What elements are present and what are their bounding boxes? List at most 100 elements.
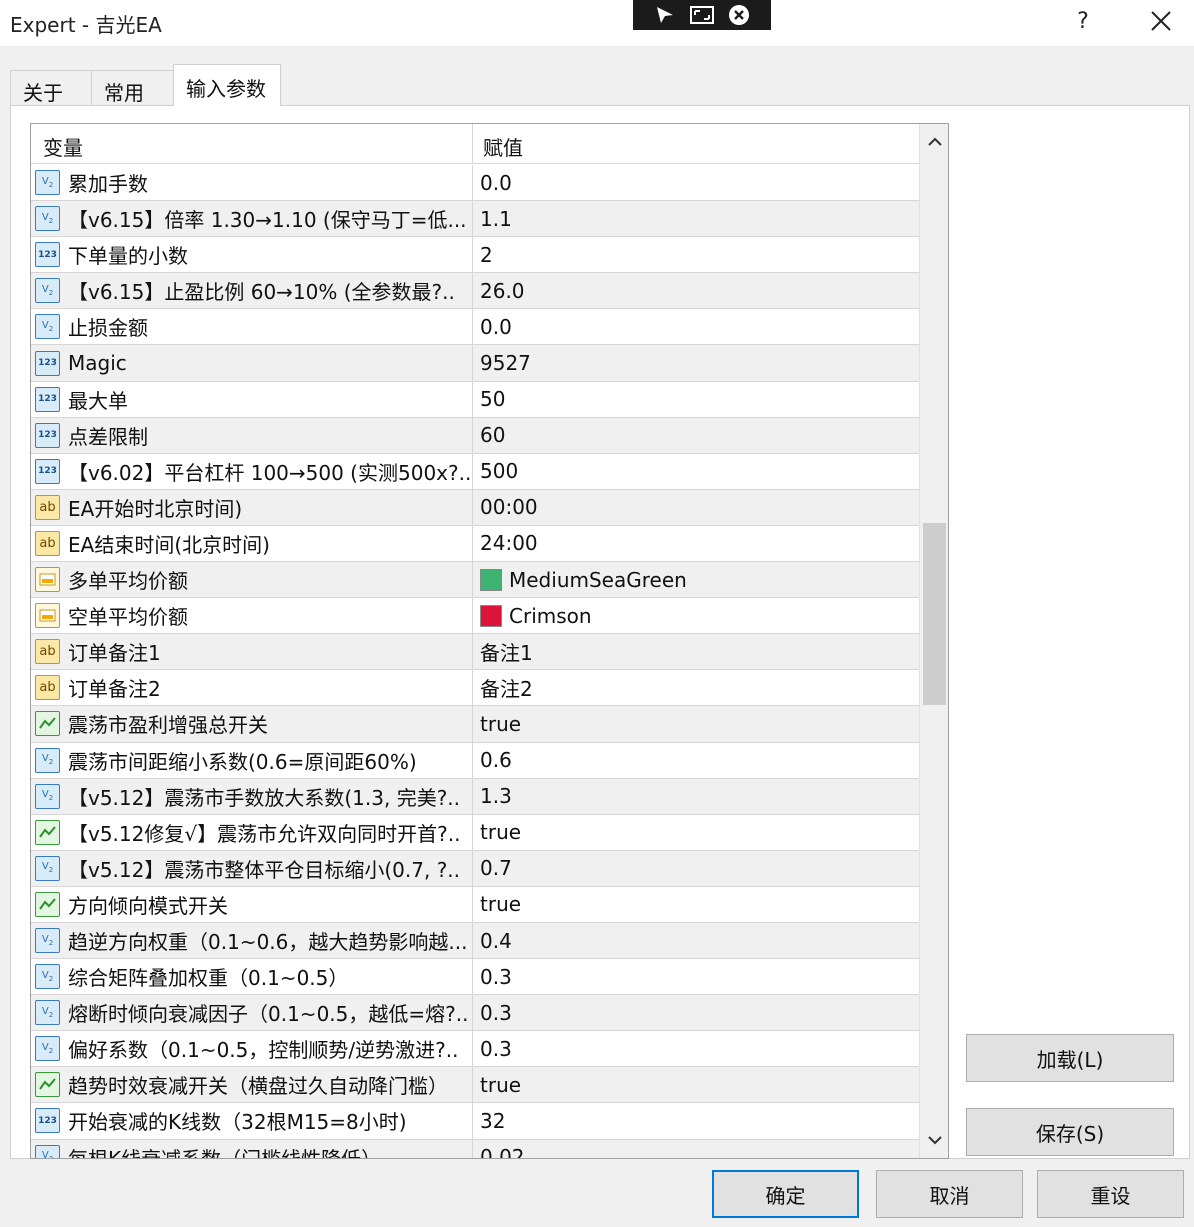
expand-icon[interactable] (690, 6, 714, 24)
variable-cell[interactable]: 多单平均价额 (31, 562, 473, 598)
table-row[interactable]: 震荡市盈利增强总开关 true (31, 706, 919, 743)
table-row[interactable]: V2 【v5.12】震荡市整体平仓目标缩小(0.7, ?.. 0.7 (31, 850, 919, 887)
value-cell[interactable]: 0.3 (473, 1031, 919, 1066)
vertical-scrollbar[interactable] (919, 124, 948, 1158)
table-row[interactable]: 123 点差限制 60 (31, 417, 919, 454)
close-circle-icon[interactable] (728, 4, 750, 26)
value-cell[interactable]: Crimson (473, 598, 919, 633)
variable-cell[interactable]: 123 点差限制 (31, 417, 473, 453)
variable-cell[interactable]: 方向倾向模式开关 (31, 886, 473, 922)
variable-cell[interactable]: ab 订单备注1 (31, 634, 473, 670)
column-header-value[interactable]: 赋值 (473, 124, 919, 164)
value-cell[interactable]: 24:00 (473, 526, 919, 561)
value-cell[interactable]: 0.3 (473, 959, 919, 994)
variable-cell[interactable]: 【v5.12修复√】震荡市允许双向同时开首?.. (31, 814, 473, 850)
pointer-icon[interactable] (654, 5, 676, 25)
table-row[interactable]: 123 下单量的小数 2 (31, 237, 919, 274)
variable-cell[interactable]: 震荡市盈利增强总开关 (31, 706, 473, 742)
reset-button[interactable]: 重设 (1037, 1170, 1184, 1218)
tab-inputs[interactable]: 输入参数 (173, 64, 281, 106)
variable-cell[interactable]: ab EA开始时北京时间) (31, 489, 473, 525)
value-cell[interactable]: 500 (473, 454, 919, 489)
variable-cell[interactable]: V2 止损金额 (31, 309, 473, 345)
table-row[interactable]: 123 【v6.02】平台杠杆 100→500 (实测500x?.. 500 (31, 453, 919, 490)
variable-cell[interactable]: V2 震荡市间距缩小系数(0.6=原间距60%) (31, 742, 473, 778)
cancel-button[interactable]: 取消 (876, 1170, 1023, 1218)
tab-common[interactable]: 常用 (91, 70, 174, 106)
variable-cell[interactable]: 123 最大单 (31, 381, 473, 417)
table-row[interactable]: ab 订单备注1 备注1 (31, 634, 919, 671)
table-row[interactable]: 空单平均价额 Crimson (31, 598, 919, 635)
value-cell[interactable]: 备注1 (473, 634, 919, 669)
table-row[interactable]: V2 累加手数 0.0 (31, 165, 919, 202)
value-cell[interactable]: MediumSeaGreen (473, 562, 919, 597)
value-cell[interactable]: 32 (473, 1103, 919, 1138)
value-cell[interactable]: 1.3 (473, 779, 919, 814)
table-row[interactable]: V2 【v6.15】倍率 1.30→1.10 (保守马丁=低... 1.1 (31, 201, 919, 238)
scroll-up-button[interactable] (920, 124, 948, 160)
value-cell[interactable]: true (473, 887, 919, 922)
value-cell[interactable]: 9527 (473, 345, 919, 380)
table-row[interactable]: 多单平均价额 MediumSeaGreen (31, 562, 919, 599)
table-row[interactable]: V2 偏好系数（0.1~0.5，控制顺势/逆势激进?.. 0.3 (31, 1031, 919, 1068)
variable-cell[interactable]: V2 累加手数 (31, 165, 473, 201)
variable-cell[interactable]: V2 【v6.15】倍率 1.30→1.10 (保守马丁=低... (31, 201, 473, 237)
value-cell[interactable]: 0.4 (473, 923, 919, 958)
variable-cell[interactable]: V2 熔断时倾向衰减因子（0.1~0.5，越低=熔?.. (31, 995, 473, 1031)
value-cell[interactable]: true (473, 815, 919, 850)
table-row[interactable]: V2 止损金额 0.0 (31, 309, 919, 346)
value-cell[interactable]: 00:00 (473, 490, 919, 525)
load-button[interactable]: 加载(L) (966, 1034, 1174, 1082)
table-row[interactable]: V2 震荡市间距缩小系数(0.6=原间距60%) 0.6 (31, 742, 919, 779)
table-row[interactable]: 123 Magic 9527 (31, 345, 919, 382)
value-cell[interactable]: true (473, 706, 919, 741)
value-cell[interactable]: 0.6 (473, 743, 919, 778)
value-cell[interactable]: 60 (473, 418, 919, 453)
variable-cell[interactable]: V2 趋逆方向权重（0.1~0.6，越大趋势影响越... (31, 922, 473, 959)
value-cell[interactable]: 0.7 (473, 851, 919, 886)
value-cell[interactable]: 2 (473, 237, 919, 272)
variable-cell[interactable]: ab EA结束时间(北京时间) (31, 525, 473, 562)
value-cell[interactable]: 备注2 (473, 670, 919, 705)
table-row[interactable]: 123 最大单 50 (31, 381, 919, 418)
table-row[interactable]: V2 趋逆方向权重（0.1~0.6，越大趋势影响越... 0.4 (31, 922, 919, 960)
table-row[interactable]: V2 熔断时倾向衰减因子（0.1~0.5，越低=熔?.. 0.3 (31, 995, 919, 1032)
table-row[interactable]: ab 订单备注2 备注2 (31, 670, 919, 707)
variable-cell[interactable]: V2 【v5.12】震荡市整体平仓目标缩小(0.7, ?.. (31, 850, 473, 886)
close-button[interactable] (1144, 6, 1178, 38)
save-button[interactable]: 保存(S) (966, 1108, 1174, 1156)
variable-cell[interactable]: 123 下单量的小数 (31, 237, 473, 273)
ok-button[interactable]: 确定 (712, 1170, 859, 1218)
variable-cell[interactable]: ab 订单备注2 (31, 670, 473, 706)
table-row[interactable]: ab EA开始时北京时间) 00:00 (31, 489, 919, 526)
variable-cell[interactable]: 123 开始衰减的K线数（32根M15=8小时) (31, 1103, 473, 1139)
screen-capture-toolbar[interactable] (633, 0, 771, 30)
value-cell[interactable]: 1.1 (473, 201, 919, 236)
variable-cell[interactable]: V2 【v5.12】震荡市手数放大系数(1.3, 完美?.. (31, 778, 473, 814)
variable-cell[interactable]: V2 每根K线衰减系数（门槛线性降低） (31, 1139, 473, 1158)
variable-cell[interactable]: 空单平均价额 (31, 598, 473, 634)
table-row[interactable]: ab EA结束时间(北京时间) 24:00 (31, 525, 919, 563)
variable-cell[interactable]: 123 【v6.02】平台杠杆 100→500 (实测500x?.. (31, 453, 473, 489)
value-cell[interactable]: 0.0 (473, 309, 919, 344)
scroll-down-button[interactable] (920, 1122, 948, 1158)
table-row[interactable]: V2 每根K线衰减系数（门槛线性降低） 0.02 (31, 1139, 919, 1158)
table-row[interactable]: 趋势时效衰减开关（横盘过久自动降门槛） true (31, 1067, 919, 1104)
table-row[interactable]: 【v5.12修复√】震荡市允许双向同时开首?.. true (31, 814, 919, 851)
value-cell[interactable]: 0.02 (473, 1140, 919, 1158)
value-cell[interactable]: 50 (473, 382, 919, 417)
variable-cell[interactable]: V2 综合矩阵叠加权重（0.1~0.5） (31, 959, 473, 995)
table-row[interactable]: 方向倾向模式开关 true (31, 886, 919, 923)
variable-cell[interactable]: V2 偏好系数（0.1~0.5，控制顺势/逆势激进?.. (31, 1031, 473, 1067)
scroll-thumb[interactable] (923, 523, 946, 705)
table-row[interactable]: 123 开始衰减的K线数（32根M15=8小时) 32 (31, 1103, 919, 1140)
variable-cell[interactable]: V2 【v6.15】止盈比例 60→10% (全参数最?.. (31, 273, 473, 309)
value-cell[interactable]: true (473, 1067, 919, 1102)
tab-about[interactable]: 关于 (10, 70, 92, 106)
value-cell[interactable]: 0.0 (473, 165, 919, 200)
value-cell[interactable]: 26.0 (473, 273, 919, 308)
table-row[interactable]: V2 综合矩阵叠加权重（0.1~0.5） 0.3 (31, 959, 919, 996)
table-row[interactable]: V2 【v6.15】止盈比例 60→10% (全参数最?.. 26.0 (31, 273, 919, 310)
column-header-variable[interactable]: 变量 (31, 124, 473, 164)
table-row[interactable]: V2 【v5.12】震荡市手数放大系数(1.3, 完美?.. 1.3 (31, 778, 919, 815)
